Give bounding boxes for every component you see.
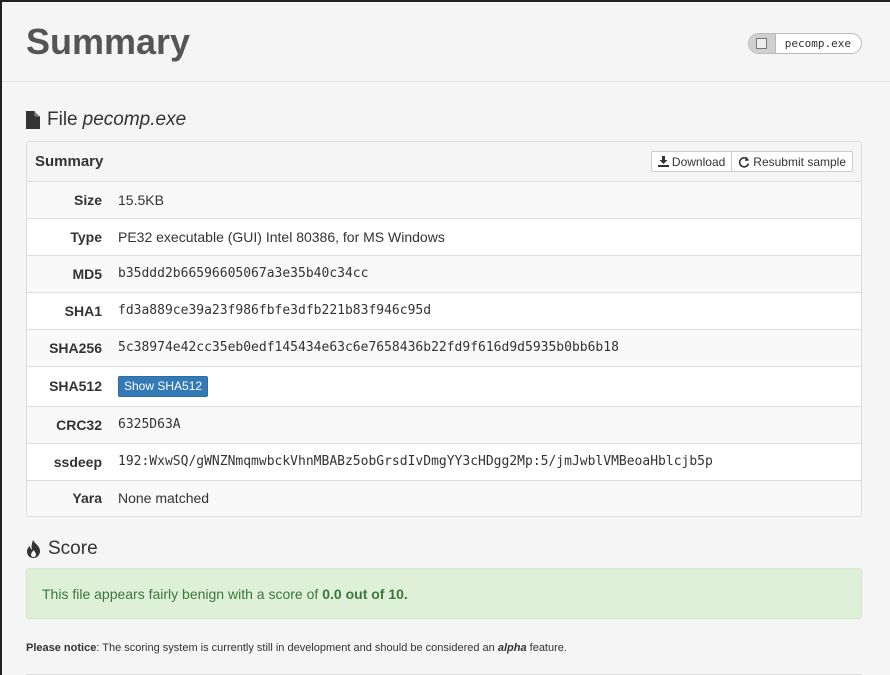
- row-label: ssdeep: [53, 453, 102, 470]
- fire-icon: [26, 539, 41, 558]
- download-label: Download: [671, 154, 726, 169]
- page-title: Summary: [26, 21, 191, 62]
- yara-value: None matched: [118, 490, 210, 507]
- panel-actions: Download Resubmit sample: [650, 151, 853, 172]
- file-section-heading: File pecomp.exe: [26, 110, 186, 129]
- table-row-sha512: SHA512 Show SHA512: [27, 366, 861, 406]
- refresh-icon: [739, 156, 750, 168]
- summary-panel-title: Summary: [35, 153, 104, 170]
- page-header: Summary pecomp.exe: [2, 2, 890, 82]
- sha256-value: 5c38974e42cc35eb0edf145434e63c6e7658436b…: [118, 340, 619, 355]
- score-alert: This file appears fairly benign with a s…: [26, 568, 862, 619]
- row-label: Type: [70, 228, 102, 245]
- notice-text: : The scoring system is currently still …: [96, 642, 495, 654]
- checkbox-icon[interactable]: [748, 34, 776, 53]
- show-sha512-button[interactable]: Show SHA512: [118, 375, 209, 397]
- table-row-yara: Yara None matched: [27, 480, 861, 516]
- row-label: SHA512: [49, 378, 102, 394]
- score-section-heading: Score: [26, 539, 98, 558]
- ssdeep-value: 192:WxwSQ/gWNZNmqmwbckVhnMBABz5obGrsdIvD…: [118, 454, 713, 469]
- notice-alpha: alpha: [497, 642, 527, 654]
- score-value: 0.0 out of 10.: [322, 585, 408, 602]
- row-label: Size: [73, 191, 102, 208]
- resubmit-sample-button[interactable]: Resubmit sample: [732, 151, 853, 172]
- table-row-sha1: SHA1 fd3a889ce39a23f986fbfe3dfb221b83f94…: [27, 292, 861, 329]
- file-badge-label: pecomp.exe: [784, 37, 851, 50]
- md5-value: b35ddd2b66596605067a3e35b40c34cc: [118, 266, 369, 281]
- score-message: This file appears fairly benign with a s…: [42, 585, 319, 602]
- row-label: MD5: [72, 265, 102, 282]
- table-row-sha256: SHA256 5c38974e42cc35eb0edf145434e63c6e7…: [27, 329, 861, 366]
- table-row-md5: MD5 b35ddd2b66596605067a3e35b40c34cc: [27, 255, 861, 292]
- summary-panel: Summary Download Resubmit sample Size 15…: [26, 141, 862, 517]
- notice-text-end: feature.: [529, 642, 567, 654]
- file-info-table: Size 15.5KB Type PE32 executable (GUI) I…: [27, 182, 861, 516]
- score-title: Score: [48, 538, 98, 559]
- file-name: pecomp.exe: [82, 109, 187, 130]
- row-label: SHA1: [64, 302, 102, 319]
- scoring-notice: Please notice: The scoring system is cur…: [26, 642, 567, 654]
- row-label: CRC32: [56, 416, 102, 433]
- download-button[interactable]: Download: [650, 151, 733, 172]
- summary-panel-header: Summary Download Resubmit sample: [27, 142, 861, 182]
- table-row-crc32: CRC32 6325D63A: [27, 406, 861, 443]
- notice-label: Please notice: [26, 642, 97, 654]
- table-row-ssdeep: ssdeep 192:WxwSQ/gWNZNmqmwbckVhnMBABz5ob…: [27, 443, 861, 480]
- crc32-value: 6325D63A: [118, 417, 181, 432]
- sha1-value: fd3a889ce39a23f986fbfe3dfb221b83f946c95d: [118, 303, 432, 318]
- type-value: PE32 executable (GUI) Intel 80386, for M…: [118, 228, 445, 245]
- download-icon: [657, 156, 669, 167]
- row-label: SHA256: [49, 339, 102, 356]
- file-toggle-badge[interactable]: pecomp.exe: [747, 33, 862, 54]
- file-icon: [26, 110, 40, 129]
- table-row-type: Type PE32 executable (GUI) Intel 80386, …: [27, 218, 861, 255]
- size-value: 15.5KB: [118, 191, 164, 208]
- row-label: Yara: [72, 490, 102, 507]
- resubmit-label: Resubmit sample: [753, 154, 846, 169]
- file-label: File: [47, 109, 78, 130]
- table-row-size: Size 15.5KB: [27, 182, 861, 218]
